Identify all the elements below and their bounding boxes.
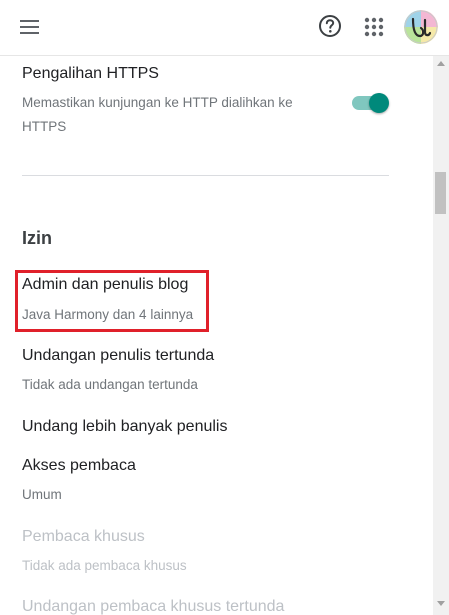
highlight-box: [15, 270, 209, 332]
invite-more-authors-title: Undang lebih banyak penulis: [22, 418, 228, 435]
reader-access-title: Akses pembaca: [22, 457, 136, 474]
settings-content: Pengalihan HTTPS Memastikan kunjungan ke…: [0, 56, 433, 615]
pending-custom-reader-invites-title: Undangan pembaca khusus tertunda: [22, 598, 285, 615]
reader-access-subtitle: Umum: [22, 487, 62, 502]
toggle-thumb: [369, 93, 389, 113]
https-redirect-description-line1: Memastikan kunjungan ke HTTP dialihkan k…: [22, 95, 293, 110]
custom-readers-subtitle: Tidak ada pembaca khusus: [22, 558, 187, 573]
https-redirect-toggle[interactable]: [352, 92, 389, 114]
scroll-down-arrow-icon[interactable]: [437, 601, 445, 607]
scrollbar-thumb[interactable]: [435, 172, 446, 214]
avatar-image: [404, 10, 438, 44]
help-icon[interactable]: [318, 14, 342, 38]
menu-icon[interactable]: [19, 16, 41, 38]
top-app-bar: [0, 0, 449, 56]
https-redirect-description-line2: HTTPS: [22, 119, 67, 134]
apps-grid-icon[interactable]: [363, 16, 385, 38]
section-divider: [22, 175, 389, 176]
pending-author-invites-title: Undangan penulis tertunda: [22, 347, 215, 364]
permissions-heading: Izin: [22, 228, 52, 248]
pending-author-invites-subtitle: Tidak ada undangan tertunda: [22, 377, 198, 392]
scroll-up-arrow-icon[interactable]: [437, 60, 445, 66]
custom-readers-title: Pembaca khusus: [22, 528, 145, 545]
avatar[interactable]: [404, 10, 438, 44]
vertical-scrollbar[interactable]: [433, 56, 449, 615]
https-redirect-title: Pengalihan HTTPS: [22, 65, 159, 82]
